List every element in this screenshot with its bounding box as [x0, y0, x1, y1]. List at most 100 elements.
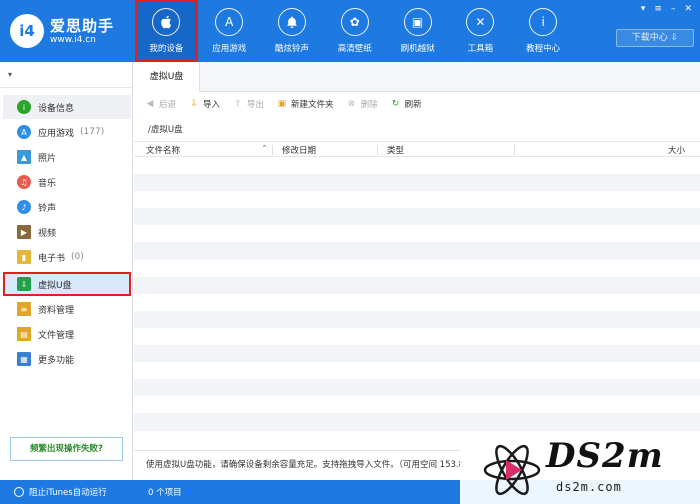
import-button[interactable]: ⇩ 导入: [188, 98, 220, 110]
nav-flash-jailbreak[interactable]: ▣ 刷机越狱: [386, 0, 449, 62]
video-icon: ▶: [17, 225, 31, 239]
watermark-brand: DS2m: [546, 436, 664, 476]
back-label: 后退: [159, 100, 177, 110]
sidebar: ▾ i 设备信息 A 应用游戏 (177) ▲ 照片 ♫ 音乐 ♪ 铃声 ▶ 视…: [0, 62, 133, 480]
nav-my-device[interactable]: 我的设备: [135, 0, 198, 62]
sidebar-item-label: 应用游戏: [38, 128, 75, 139]
table-row: [134, 362, 700, 379]
itunes-block-label: 阻止iTunes自动运行: [29, 488, 107, 498]
column-divider: [272, 145, 273, 155]
item-count: 0 个项目: [148, 488, 182, 498]
book-icon: ▮: [17, 250, 31, 264]
frequent-failure-link[interactable]: 频繁出现操作失败?: [10, 437, 123, 461]
nav-label: 工具箱: [467, 44, 494, 54]
tab-virtual-udisk[interactable]: 虚拟U盘: [134, 62, 200, 92]
breadcrumb-path: /虚拟U盘: [148, 125, 183, 135]
minimize-icon[interactable]: –: [671, 4, 676, 14]
nav-label: 我的设备: [149, 44, 184, 54]
column-header-type[interactable]: 类型: [387, 144, 404, 156]
device-selector[interactable]: ▾: [0, 62, 132, 88]
import-icon: ⇩: [190, 99, 198, 109]
sidebar-item-more-features[interactable]: ▦ 更多功能: [3, 347, 131, 371]
main-nav: 我的设备 A 应用游戏 酷炫铃声 ✿ 高清壁纸 ▣ 刷机越狱 ✕ 工具箱 i 教…: [135, 0, 575, 62]
document-icon: ≡: [17, 302, 31, 316]
new-folder-button[interactable]: ▣ 新建文件夹: [276, 98, 334, 110]
toolbar: ◀ 后退 ⇩ 导入 ⇧ 导出 ▣ 新建文件夹 ⊗ 删除 ↻ 刷新: [134, 92, 700, 116]
column-divider: [377, 145, 378, 155]
table-row: [134, 157, 700, 174]
export-label: 导出: [247, 100, 265, 110]
info-icon: i: [17, 100, 31, 114]
nav-label: 刷机越狱: [400, 44, 435, 54]
sidebar-item-data-management[interactable]: ≡ 资料管理: [3, 297, 131, 321]
column-header-name[interactable]: 文件名称: [146, 144, 180, 156]
sidebar-item-videos[interactable]: ▶ 视频: [3, 220, 131, 244]
delete-button[interactable]: ⊗ 删除: [346, 98, 378, 110]
sidebar-item-ringtones[interactable]: ♪ 铃声: [3, 195, 131, 219]
new-folder-label: 新建文件夹: [291, 100, 334, 110]
sidebar-item-label: 资料管理: [38, 305, 75, 316]
ebook-count: (0): [71, 252, 84, 262]
sidebar-item-label: 文件管理: [38, 330, 75, 341]
back-button[interactable]: ◀ 后退: [144, 98, 176, 110]
sidebar-item-label: 视频: [38, 228, 57, 239]
photo-icon: ▲: [17, 150, 31, 164]
table-row: [134, 208, 700, 226]
sidebar-item-photos[interactable]: ▲ 照片: [3, 145, 131, 169]
apple-icon: [152, 8, 181, 36]
sidebar-item-label: 更多功能: [38, 355, 75, 366]
table-row: [134, 345, 700, 363]
sidebar-item-label: 设备信息: [38, 103, 75, 114]
delete-icon: ⊗: [347, 99, 356, 109]
folder-icon: ▤: [17, 327, 31, 341]
sidebar-item-music[interactable]: ♫ 音乐: [3, 170, 131, 194]
nav-toolbox[interactable]: ✕ 工具箱: [449, 0, 512, 62]
back-icon: ◀: [146, 99, 154, 109]
bell-icon: ♪: [17, 200, 31, 214]
sidebar-item-file-management[interactable]: ▤ 文件管理: [3, 322, 131, 346]
export-icon: ⇧: [234, 99, 242, 109]
info-icon: i: [529, 8, 558, 36]
nav-label: 应用游戏: [212, 44, 247, 54]
sort-chevron-icon[interactable]: ⌃: [261, 144, 268, 154]
sidebar-item-ebooks[interactable]: ▮ 电子书 (0): [3, 245, 131, 269]
music-icon: ♫: [17, 175, 31, 189]
file-table-header: 文件名称 ⌃ 修改日期 类型 大小: [134, 141, 700, 157]
column-header-date[interactable]: 修改日期: [282, 144, 316, 156]
sidebar-item-label: 电子书: [38, 253, 66, 264]
shirt-icon[interactable]: ▾: [641, 4, 646, 14]
watermark: DS2m ds2m.com: [460, 436, 700, 504]
tab-bar: 虚拟U盘: [134, 62, 700, 92]
download-center-button[interactable]: 下载中心 ⇩: [616, 29, 694, 47]
menu-icon[interactable]: ≡: [654, 4, 662, 14]
close-icon[interactable]: ✕: [684, 4, 692, 14]
app-store-icon: A: [215, 8, 244, 36]
app-store-icon: A: [17, 125, 31, 139]
table-row: [134, 225, 700, 242]
nav-apps-games[interactable]: A 应用游戏: [198, 0, 261, 62]
column-header-size[interactable]: 大小: [668, 144, 685, 156]
radio-icon: [14, 487, 24, 497]
sidebar-item-label: 音乐: [38, 178, 57, 189]
column-divider: [514, 145, 515, 155]
export-button[interactable]: ⇧ 导出: [232, 98, 264, 110]
nav-label: 教程中心: [526, 44, 561, 54]
app-logo: i4 爱思助手 www.i4.cn: [10, 14, 130, 48]
nav-tutorials[interactable]: i 教程中心: [512, 0, 575, 62]
table-row: [134, 310, 700, 328]
nav-ringtones[interactable]: 酷炫铃声: [261, 0, 324, 62]
tools-icon: ✕: [466, 8, 495, 36]
nav-wallpapers[interactable]: ✿ 高清壁纸: [323, 0, 386, 62]
new-folder-icon: ▣: [277, 99, 287, 109]
bell-icon: [277, 8, 306, 36]
sidebar-item-device-info[interactable]: i 设备信息: [3, 95, 131, 119]
sidebar-item-label: 照片: [38, 153, 57, 164]
sidebar-item-apps[interactable]: A 应用游戏 (177): [3, 120, 131, 144]
flower-icon: ✿: [340, 8, 369, 36]
top-header: i4 爱思助手 www.i4.cn 我的设备 A 应用游戏 酷炫铃声 ✿ 高清壁…: [0, 0, 700, 62]
table-row: [134, 379, 700, 397]
nav-label: 酷炫铃声: [274, 44, 309, 54]
refresh-button[interactable]: ↻ 刷新: [390, 98, 422, 110]
itunes-block-toggle[interactable]: 阻止iTunes自动运行: [14, 486, 107, 498]
sidebar-item-virtual-udisk[interactable]: ⇩ 虚拟U盘: [3, 272, 131, 296]
